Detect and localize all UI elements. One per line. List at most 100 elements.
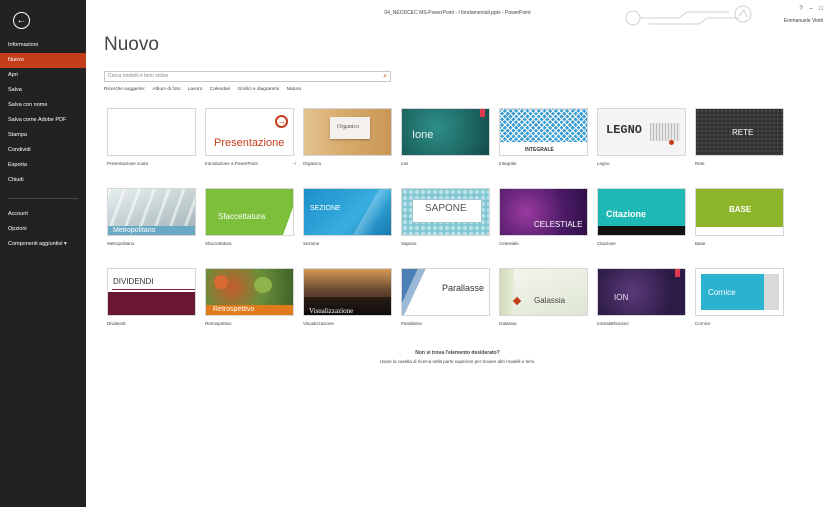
template-card[interactable]: Visualizzazione Visualizzazione [303, 268, 392, 326]
suggested-searches: Ricerche suggerite: Album di foto Lavoro… [104, 87, 307, 92]
template-card[interactable]: Sfaccettatura Sfaccettatura [205, 188, 294, 246]
template-label: Dividendi [107, 321, 126, 326]
template-card[interactable]: INTEGRALE Integrale [499, 108, 588, 166]
restore-button[interactable]: □ [819, 6, 823, 12]
thumb-title: CELESTIALE [534, 220, 583, 229]
template-label: Galassia [499, 321, 517, 326]
template-label: Visualizzazione [303, 321, 334, 326]
template-card[interactable]: BASE Base [695, 188, 784, 246]
thumb-title: ION [614, 293, 629, 302]
frame-side [764, 274, 779, 310]
template-label: Introduzione a PowerPoint [205, 161, 258, 166]
template-search-input[interactable]: Cerca modelli e temi online ⌕ [104, 71, 391, 82]
template-card[interactable]: CELESTIALE Celestiale [499, 188, 588, 246]
template-thumbnail: Retrospettivo [205, 268, 294, 316]
template-label: Presentazione vuota [107, 161, 149, 166]
template-label: Rete [695, 161, 705, 166]
nav-item-condividi[interactable]: Condividi [0, 143, 86, 158]
template-label: Sapone [401, 241, 417, 246]
thumb-title: DIVIDENDI [113, 277, 154, 286]
template-card[interactable]: Presentazione vuota [107, 108, 196, 166]
nav-item-apri[interactable]: Apri [0, 68, 86, 83]
nav-item-account[interactable]: Account [0, 207, 86, 222]
suggestions-label: Ricerche suggerite: [104, 87, 146, 92]
template-thumbnail: ION [597, 268, 686, 316]
nav-divider [8, 198, 78, 199]
template-card[interactable]: Galassia Galassia [499, 268, 588, 326]
template-thumbnail: LEGNO [597, 108, 686, 156]
template-thumbnail: Citazione [597, 188, 686, 236]
thumb-title: Metropolitano [113, 227, 156, 234]
nav-item-salva-con-nome[interactable]: Salva con nome [0, 98, 86, 113]
nav-item-salva[interactable]: Salva [0, 83, 86, 98]
template-thumbnail: → Presentazione [205, 108, 294, 156]
user-name[interactable]: Emmanuele Vietti [784, 18, 823, 24]
suggestion-album[interactable]: Album di foto [152, 87, 180, 92]
nav-item-stampa[interactable]: Stampa [0, 128, 86, 143]
template-card[interactable]: SEZIONE Sezione [303, 188, 392, 246]
vegetable-shape [254, 277, 272, 293]
nav-item-informazioni[interactable]: Informazioni [0, 38, 86, 53]
arrow-marker [512, 296, 522, 306]
thumb-title: Presentazione [214, 137, 285, 149]
nav-item-opzioni[interactable]: Opzioni [0, 222, 86, 237]
help-button[interactable]: ? [799, 6, 802, 12]
backstage-nav: Informazioni Nuovo Apri Salva Salva con … [0, 38, 86, 252]
nav-item-chiudi[interactable]: Chiudi [0, 173, 86, 188]
side-strip [500, 269, 514, 315]
dark-band [598, 226, 685, 235]
template-card[interactable]: Ione Ioni [401, 108, 490, 166]
back-arrow-icon[interactable]: ← [13, 12, 30, 29]
template-card[interactable]: SAPONE Sapone [401, 188, 490, 246]
thumb-title: Citazione [606, 209, 647, 219]
template-label: Sezione [303, 241, 320, 246]
template-card[interactable]: RETE Rete [695, 108, 784, 166]
pin-icon[interactable]: ⊣ [292, 161, 296, 167]
divider-line [112, 289, 195, 290]
nav-item-nuovo[interactable]: Nuovo [0, 53, 86, 68]
template-thumbnail: Visualizzazione [303, 268, 392, 316]
template-thumbnail: Sfaccettatura [205, 188, 294, 236]
suggestion-grafici[interactable]: Grafici e diagrammi [238, 87, 280, 92]
template-thumbnail: Cornice [695, 268, 784, 316]
suggestion-lavoro[interactable]: Lavoro [188, 87, 203, 92]
accent-tab [675, 269, 680, 277]
template-card[interactable]: DIVIDENDI Dividendi [107, 268, 196, 326]
template-label: Legno [597, 161, 610, 166]
template-card[interactable]: Organico Organico [303, 108, 392, 166]
nav-item-componenti[interactable]: Componenti aggiuntivi ▾ [0, 237, 86, 252]
template-thumbnail: DIVIDENDI [107, 268, 196, 316]
template-thumbnail: RETE [695, 108, 784, 156]
nav-item-esporta[interactable]: Esporta [0, 158, 86, 173]
thumb-title: SAPONE [425, 203, 467, 214]
template-label: Integrale [499, 161, 517, 166]
vegetable-shape [214, 275, 228, 289]
nav-item-salva-pdf[interactable]: Salva come Adobe PDF [0, 113, 86, 128]
maroon-band [108, 292, 195, 315]
thumb-title: Sfaccettatura [218, 212, 266, 221]
template-card[interactable]: Citazione Citazione [597, 188, 686, 246]
template-thumbnail: SEZIONE [303, 188, 392, 236]
template-label: Celestiale [499, 241, 519, 246]
suggestion-natura[interactable]: Natura [287, 87, 301, 92]
minimize-button[interactable]: – [809, 6, 812, 12]
template-card[interactable]: Retrospettivo Retrospettivo [205, 268, 294, 326]
template-card[interactable]: → Presentazione Introduzione a PowerPoin… [205, 108, 296, 167]
thumb-title: LEGNO [606, 123, 643, 137]
search-icon[interactable]: ⌕ [383, 73, 387, 81]
template-card[interactable]: Cornice Cornice [695, 268, 784, 326]
thumb-title: Cornice [708, 288, 736, 297]
template-thumbnail: BASE [695, 188, 784, 236]
suggestion-calendari[interactable]: Calendari [210, 87, 231, 92]
backstage-sidebar: ← Informazioni Nuovo Apri Salva Salva co… [0, 0, 86, 507]
wood-patch [650, 123, 680, 141]
thumb-title: INTEGRALE [525, 147, 554, 153]
template-card[interactable]: Metropolitano Metropolitano [107, 188, 196, 246]
parallax-shape [402, 269, 432, 315]
template-thumbnail: Metropolitano [107, 188, 196, 236]
template-label: Citazione [597, 241, 616, 246]
template-card[interactable]: ION IonSalaRiunioni [597, 268, 686, 326]
thumb-title: Retrospettivo [213, 306, 255, 313]
template-card[interactable]: Parallasse Parallasse [401, 268, 490, 326]
template-card[interactable]: LEGNO Legno [597, 108, 686, 166]
